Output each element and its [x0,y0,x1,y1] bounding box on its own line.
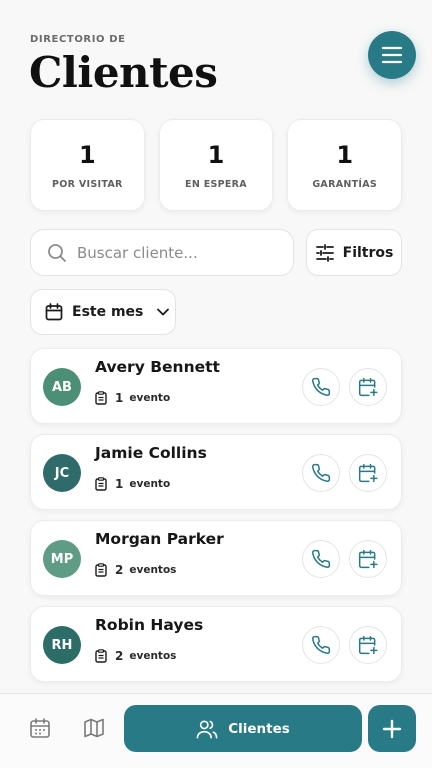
plus-icon [382,719,402,738]
bottom-nav: Clientes [0,693,432,768]
stat-label: POR VISITAR [52,178,123,190]
stat-card-en-espera[interactable]: 1 EN ESPERA [158,119,274,211]
event-count: 1 evento [95,391,170,405]
client-card[interactable]: MP Morgan Parker 2 eventos [30,520,402,596]
nav-calendar-button[interactable] [28,716,52,740]
stat-label: EN ESPERA [185,178,247,190]
client-name: Morgan Parker [95,530,224,548]
call-button[interactable] [302,454,340,492]
stat-card-por-visitar[interactable]: 1 POR VISITAR [30,119,145,211]
calendar-icon [45,303,63,321]
stat-card-garantias[interactable]: 1 GARANTÍAS [287,119,403,211]
client-name: Jamie Collins [95,444,207,462]
search-box[interactable] [30,229,294,276]
schedule-button[interactable] [349,368,387,406]
client-card[interactable]: RH Robin Hayes 2 eventos [30,606,402,682]
clipboard-icon [95,477,107,491]
call-button[interactable] [302,368,340,406]
page-eyebrow: DIRECTORIO DE [30,34,126,45]
nav-clients-button[interactable]: Clientes [124,705,362,752]
calendar-plus-icon [358,463,378,483]
map-icon [84,718,104,738]
stats-row: 1 POR VISITAR 1 EN ESPERA 1 GARANTÍAS [30,119,403,211]
schedule-button[interactable] [349,626,387,664]
sliders-icon [315,243,334,262]
search-icon [48,243,66,262]
calendar-plus-icon [358,635,378,655]
page-title: Clientes [29,48,218,97]
call-button[interactable] [302,540,340,578]
calendar-plus-icon [358,377,378,397]
nav-map-button[interactable] [82,716,106,740]
phone-icon [312,549,331,568]
phone-icon [312,635,331,654]
clipboard-icon [95,391,107,405]
chevron-down-icon [156,307,170,317]
stat-value: 1 [78,140,96,169]
menu-icon [381,46,403,64]
stat-value: 1 [207,140,225,169]
avatar: AB [43,368,81,406]
call-button[interactable] [302,626,340,664]
period-label: Este mes [72,304,144,320]
client-list: AB Avery Bennett 1 evento JC Jamie Colli… [30,348,402,692]
event-count: 2 eventos [95,563,176,577]
client-name: Robin Hayes [95,616,204,634]
phone-icon [312,463,331,482]
clipboard-icon [95,649,107,663]
clipboard-icon [95,563,107,577]
avatar: MP [43,540,81,578]
schedule-button[interactable] [349,454,387,492]
event-count: 1 evento [95,477,170,491]
filters-button[interactable]: Filtros [306,229,402,276]
client-card[interactable]: AB Avery Bennett 1 evento [30,348,402,424]
event-count: 2 eventos [95,649,176,663]
avatar: JC [43,454,81,492]
calendar-plus-icon [358,549,378,569]
client-card[interactable]: JC Jamie Collins 1 evento [30,434,402,510]
calendar-icon [30,718,50,738]
client-name: Avery Bennett [95,358,220,376]
nav-clients-label: Clientes [228,720,290,737]
search-input[interactable] [77,243,293,262]
stat-label: GARANTÍAS [312,178,378,190]
stat-value: 1 [336,140,354,169]
filters-label: Filtros [342,244,394,261]
period-dropdown[interactable]: Este mes [30,289,176,335]
menu-button[interactable] [368,31,416,79]
users-icon [196,719,218,738]
add-client-button[interactable] [368,705,416,752]
schedule-button[interactable] [349,540,387,578]
phone-icon [312,377,331,396]
avatar: RH [43,626,81,664]
